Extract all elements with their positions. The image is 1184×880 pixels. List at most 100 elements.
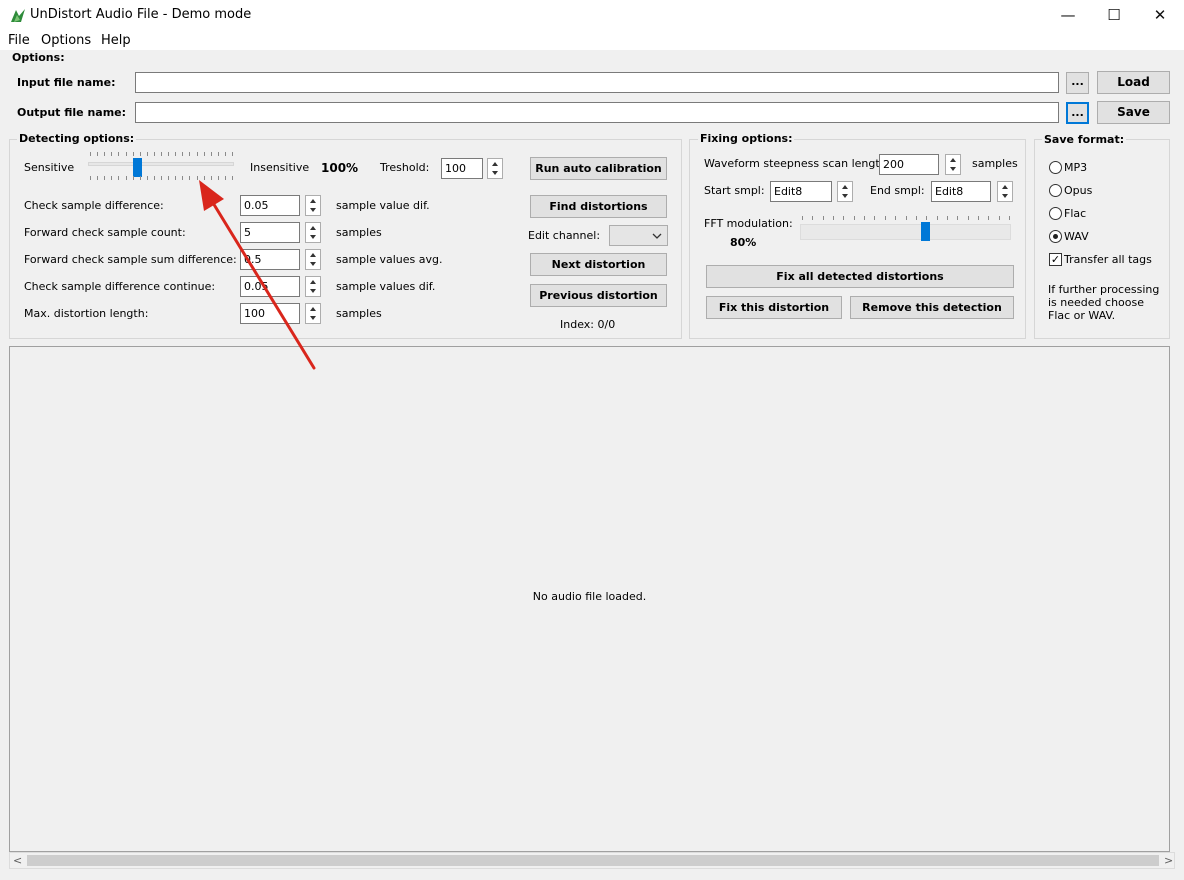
options-label: Options: xyxy=(12,51,65,64)
slider-tick xyxy=(154,176,155,180)
scroll-right-icon[interactable]: > xyxy=(1164,854,1173,867)
edit-channel-select[interactable] xyxy=(609,225,668,246)
menu-file[interactable]: File xyxy=(8,33,30,48)
slider-tick xyxy=(133,152,134,156)
sensitivity-slider[interactable] xyxy=(88,152,234,180)
format-flac-label: Flac xyxy=(1064,207,1087,220)
slider-tick xyxy=(833,216,834,220)
maximize-button[interactable]: ☐ xyxy=(1091,0,1137,30)
edit-channel-label: Edit channel: xyxy=(528,229,601,242)
slider-tick xyxy=(118,152,119,156)
check-difference-continue-spinner[interactable] xyxy=(305,276,321,297)
waveform-steepness-field[interactable]: 200 xyxy=(879,154,939,175)
find-distortions-button[interactable]: Find distortions xyxy=(530,195,667,218)
end-smpl-field[interactable]: Edit8 xyxy=(931,181,991,202)
slider-tick xyxy=(140,176,141,180)
treshold-spinner[interactable] xyxy=(487,158,503,179)
forward-check-count-field[interactable]: 5 xyxy=(240,222,300,243)
sensitivity-value: 100% xyxy=(321,161,359,175)
slider-tick xyxy=(182,176,183,180)
slider-tick xyxy=(90,176,91,180)
sensitivity-thumb[interactable] xyxy=(133,158,142,177)
slider-tick xyxy=(978,216,979,220)
slider-tick xyxy=(90,152,91,156)
format-flac-radio[interactable] xyxy=(1049,207,1062,220)
load-button[interactable]: Load xyxy=(1097,71,1170,94)
index-label: Index: 0/0 xyxy=(560,318,616,331)
start-smpl-spinner[interactable] xyxy=(837,181,853,202)
start-smpl-field[interactable]: Edit8 xyxy=(770,181,832,202)
slider-tick xyxy=(218,176,219,180)
run-auto-calibration-button[interactable]: Run auto calibration xyxy=(530,157,667,180)
horizontal-scrollbar[interactable]: < > xyxy=(9,852,1175,869)
forward-check-sum-spinner[interactable] xyxy=(305,249,321,270)
slider-tick xyxy=(189,176,190,180)
transfer-tags-label: Transfer all tags xyxy=(1064,253,1152,266)
format-wav-label: WAV xyxy=(1064,230,1089,243)
treshold-field[interactable]: 100 xyxy=(441,158,483,179)
output-browse-button[interactable]: ... xyxy=(1066,102,1089,124)
format-mp3-label: MP3 xyxy=(1064,161,1088,174)
next-distortion-button[interactable]: Next distortion xyxy=(530,253,667,276)
scroll-left-icon[interactable]: < xyxy=(13,854,22,867)
chevron-down-icon xyxy=(652,233,662,239)
save-button[interactable]: Save xyxy=(1097,101,1170,124)
slider-tick xyxy=(906,216,907,220)
output-file-label: Output file name: xyxy=(17,106,127,119)
max-distortion-length-spinner[interactable] xyxy=(305,303,321,324)
app-logo-icon xyxy=(11,9,25,22)
fix-this-distortion-button[interactable]: Fix this distortion xyxy=(706,296,842,319)
check-sample-difference-field[interactable]: 0.05 xyxy=(240,195,300,216)
menu-help[interactable]: Help xyxy=(101,33,131,48)
transfer-tags-checkbox[interactable]: ✓ xyxy=(1049,253,1062,266)
forward-check-count-spinner[interactable] xyxy=(305,222,321,243)
slider-tick xyxy=(97,152,98,156)
check-sample-difference-spinner[interactable] xyxy=(305,195,321,216)
waveform-steepness-unit: samples xyxy=(972,157,1018,170)
minimize-button[interactable]: — xyxy=(1045,0,1091,30)
slider-tick xyxy=(118,176,119,180)
slider-tick xyxy=(126,176,127,180)
previous-distortion-button[interactable]: Previous distortion xyxy=(530,284,667,307)
fix-all-distortions-button[interactable]: Fix all detected distortions xyxy=(706,265,1014,288)
max-distortion-length-field[interactable]: 100 xyxy=(240,303,300,324)
slider-tick xyxy=(197,176,198,180)
close-button[interactable]: ✕ xyxy=(1137,0,1183,30)
scrollbar-thumb[interactable] xyxy=(27,855,1159,866)
slider-tick xyxy=(133,176,134,180)
forward-check-sum-label: Forward check sample sum difference: xyxy=(24,253,237,266)
waveform-steepness-label: Waveform steepness scan length: xyxy=(704,157,891,170)
input-file-field[interactable] xyxy=(135,72,1059,93)
fft-thumb[interactable] xyxy=(921,222,930,241)
slider-tick xyxy=(161,152,162,156)
slider-tick xyxy=(225,152,226,156)
check-sample-difference-unit: sample value dif. xyxy=(336,199,430,212)
format-wav-radio[interactable] xyxy=(1049,230,1062,243)
format-opus-radio[interactable] xyxy=(1049,184,1062,197)
save-format-label: Save format: xyxy=(1042,133,1127,146)
remove-this-detection-button[interactable]: Remove this detection xyxy=(850,296,1014,319)
end-smpl-spinner[interactable] xyxy=(997,181,1013,202)
slider-tick xyxy=(168,152,169,156)
slider-tick xyxy=(147,152,148,156)
slider-tick xyxy=(161,176,162,180)
slider-tick xyxy=(864,216,865,220)
format-mp3-radio[interactable] xyxy=(1049,161,1062,174)
slider-tick xyxy=(175,152,176,156)
slider-tick xyxy=(154,152,155,156)
input-browse-button[interactable]: ... xyxy=(1066,72,1089,94)
fft-modulation-slider[interactable] xyxy=(800,216,1011,244)
slider-tick xyxy=(218,152,219,156)
waveform-steepness-spinner[interactable] xyxy=(945,154,961,175)
sensitive-label: Sensitive xyxy=(24,161,75,174)
insensitive-label: Insensitive xyxy=(250,161,310,174)
output-file-field[interactable] xyxy=(135,102,1059,123)
detecting-options-label: Detecting options: xyxy=(17,132,137,145)
forward-check-sum-field[interactable]: 0.5 xyxy=(240,249,300,270)
check-difference-continue-unit: sample values dif. xyxy=(336,280,436,293)
slider-tick xyxy=(916,216,917,220)
check-difference-continue-field[interactable]: 0.05 xyxy=(240,276,300,297)
menu-options[interactable]: Options xyxy=(41,33,91,48)
slider-tick xyxy=(204,152,205,156)
slider-tick xyxy=(802,216,803,220)
